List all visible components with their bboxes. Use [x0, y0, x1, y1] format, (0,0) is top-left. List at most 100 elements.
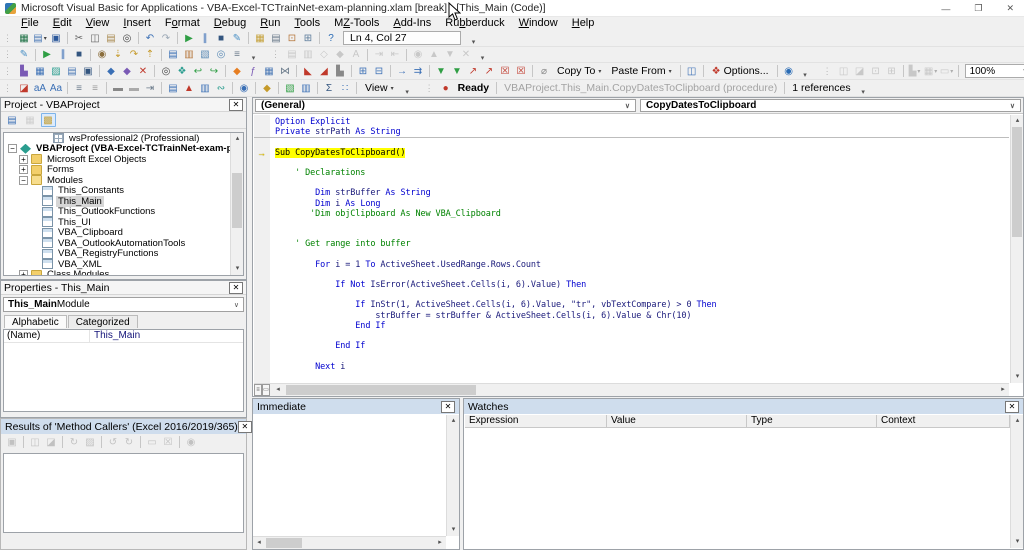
mztools-icon[interactable]: →: [395, 64, 410, 78]
menu-item-run[interactable]: Run: [253, 17, 287, 30]
layout-toolbar-icon[interactable]: ◪: [852, 64, 867, 78]
code-editor[interactable]: → Option Explicit Private strPath As Stri…: [254, 115, 1009, 383]
tree-expander-icon[interactable]: +: [19, 154, 28, 164]
project-tree-item-this-ui[interactable]: This_UI: [4, 217, 243, 228]
code-line[interactable]: For i = 1 To ActiveSheet.UsedRange.Rows.…: [275, 260, 1009, 270]
mztools-icon[interactable]: ◢: [317, 64, 332, 78]
menu-item-mz-tools[interactable]: MZ-Tools: [327, 17, 386, 30]
object-dropdown[interactable]: (General) ∨: [255, 99, 636, 112]
mztools-web-button[interactable]: ◉: [781, 64, 796, 78]
code-line[interactable]: [275, 178, 1009, 188]
next-bookmark-button[interactable]: ▲: [427, 48, 442, 62]
object-browser-button[interactable]: ⊡: [285, 31, 300, 45]
menu-item-view[interactable]: View: [79, 17, 117, 30]
scroll-down-icon[interactable]: ▾: [447, 524, 460, 536]
scroll-left-icon[interactable]: ◂: [253, 537, 265, 549]
rubberduck-icon[interactable]: ●: [438, 81, 453, 95]
mztools-icon[interactable]: ↗: [466, 64, 481, 78]
scroll-right-icon[interactable]: ▸: [434, 537, 446, 549]
scroll-up-icon[interactable]: ▴: [1011, 115, 1024, 127]
mztools-icon[interactable]: ⊟: [372, 64, 387, 78]
project-tree-item-microsoft-excel-objects[interactable]: + Microsoft Excel Objects: [4, 154, 243, 165]
code-line[interactable]: Sub CopyDatesToClipboard(): [275, 147, 1009, 158]
indent-button[interactable]: ⇥: [372, 48, 387, 62]
properties-object-selector[interactable]: This_Main Module ∨: [3, 297, 244, 312]
code-line[interactable]: [275, 351, 1009, 361]
excel-icon[interactable]: ▦: [17, 31, 32, 45]
mztools-icon[interactable]: ≡: [72, 81, 87, 95]
mztools-icon[interactable]: ◆: [120, 64, 135, 78]
mztools-icon[interactable]: ▣: [81, 64, 96, 78]
mztools-icon[interactable]: ∾: [214, 81, 229, 95]
project-tree-item-vba-registryfunctions[interactable]: VBA_RegistryFunctions: [4, 249, 243, 259]
mztools-icon[interactable]: ◣: [301, 64, 316, 78]
mztools-icon[interactable]: ∷: [338, 81, 353, 95]
tree-expander-icon[interactable]: +: [19, 270, 28, 275]
property-row[interactable]: (Name) This_Main: [4, 330, 243, 343]
code-line[interactable]: [275, 137, 1009, 147]
cut-button[interactable]: ✂: [72, 31, 87, 45]
options-button[interactable]: ❖ Options...: [707, 64, 774, 79]
call-stack-button[interactable]: ≡: [230, 48, 245, 62]
code-horizontal-scrollbar[interactable]: ≡ ▭ ◂ ▸: [254, 383, 1009, 396]
project-tree-item-class-modules[interactable]: + Class Modules: [4, 270, 243, 275]
toolbox-button[interactable]: ⊞: [301, 31, 316, 45]
clear-bookmarks-button[interactable]: ✕: [459, 48, 474, 62]
immediate-window-button[interactable]: ▥: [182, 48, 197, 62]
code-line[interactable]: End If: [275, 321, 1009, 331]
view-object-button[interactable]: ▦: [23, 113, 38, 127]
menu-item-window[interactable]: Window: [512, 17, 565, 30]
immediate-input-area[interactable]: [254, 415, 446, 536]
mztools-icon[interactable]: ⌀: [537, 64, 552, 78]
tree-expander-icon[interactable]: −: [19, 175, 28, 185]
scroll-down-icon[interactable]: ▾: [231, 263, 243, 275]
scroll-thumb[interactable]: [266, 538, 302, 548]
scroll-up-icon[interactable]: ▴: [1011, 415, 1024, 427]
method-callers-results-list[interactable]: [3, 453, 244, 533]
save-button[interactable]: ▣: [49, 31, 64, 45]
center-button[interactable]: ▦ ▾: [923, 64, 938, 78]
scroll-right-icon[interactable]: ▸: [997, 384, 1009, 396]
procedure-dropdown[interactable]: CopyDatesToClipboard ∨: [640, 99, 1021, 112]
edit-toolbar-icon[interactable]: ◆: [333, 48, 348, 62]
mztools-icon[interactable]: ▬: [111, 81, 126, 95]
mc-toolbar-icon[interactable]: ↻: [122, 435, 137, 449]
mztools-icon[interactable]: ▤: [166, 81, 181, 95]
close-icon[interactable]: ✕: [237, 420, 252, 433]
toolbar-drag-handle[interactable]: ⋮: [3, 65, 12, 78]
tree-expander-icon[interactable]: −: [8, 144, 17, 154]
toolbar-overflow-button[interactable]: ▾: [468, 31, 479, 46]
insert-userform-button[interactable]: ▤ ▾: [33, 31, 48, 45]
code-vertical-scrollbar[interactable]: ▴ ▾: [1010, 115, 1023, 383]
reset-button[interactable]: ■: [72, 48, 87, 62]
mztools-icon[interactable]: ⋈: [278, 64, 293, 78]
paste-from-button[interactable]: Paste From ▾: [606, 64, 676, 79]
breakpoint-margin[interactable]: →: [254, 115, 270, 383]
tab-alphabetic[interactable]: Alphabetic: [4, 315, 67, 328]
mc-toolbar-icon[interactable]: ▣: [5, 435, 20, 449]
project-tree-item-this-outlookfunctions[interactable]: This_OutlookFunctions: [4, 207, 243, 217]
scroll-down-icon[interactable]: ▾: [1011, 371, 1024, 383]
mc-toolbar-icon[interactable]: ↺: [106, 435, 121, 449]
code-line[interactable]: ' Get range into buffer: [275, 239, 1009, 249]
step-into-button[interactable]: ⇣: [111, 48, 126, 62]
outdent-button[interactable]: ⇤: [388, 48, 403, 62]
code-line[interactable]: Dim strBuffer As String: [275, 188, 1009, 198]
step-out-button[interactable]: ⇡: [143, 48, 158, 62]
mztools-icon[interactable]: ❖: [175, 64, 190, 78]
layout-toolbar-icon[interactable]: ⊡: [868, 64, 883, 78]
mztools-icon[interactable]: ☒: [498, 64, 513, 78]
mztools-icon[interactable]: ▤: [65, 64, 80, 78]
toolbar-overflow-button[interactable]: ▾: [248, 47, 259, 62]
watches-vertical-scrollbar[interactable]: ▴ ▾: [1010, 415, 1023, 548]
design-mode-button[interactable]: ✎: [230, 31, 245, 45]
code-line[interactable]: [275, 158, 1009, 168]
close-icon[interactable]: ✕: [229, 98, 243, 111]
mztools-icon[interactable]: ▨: [49, 64, 64, 78]
properties-window-button[interactable]: ▤: [269, 31, 284, 45]
locals-window-button[interactable]: ▤: [166, 48, 181, 62]
mztools-icon[interactable]: ▼: [450, 64, 465, 78]
zoom-combo[interactable]: 100%∨: [964, 64, 1024, 78]
redo-button[interactable]: ↷: [159, 31, 174, 45]
project-tree-item-forms[interactable]: + Forms: [4, 165, 243, 175]
